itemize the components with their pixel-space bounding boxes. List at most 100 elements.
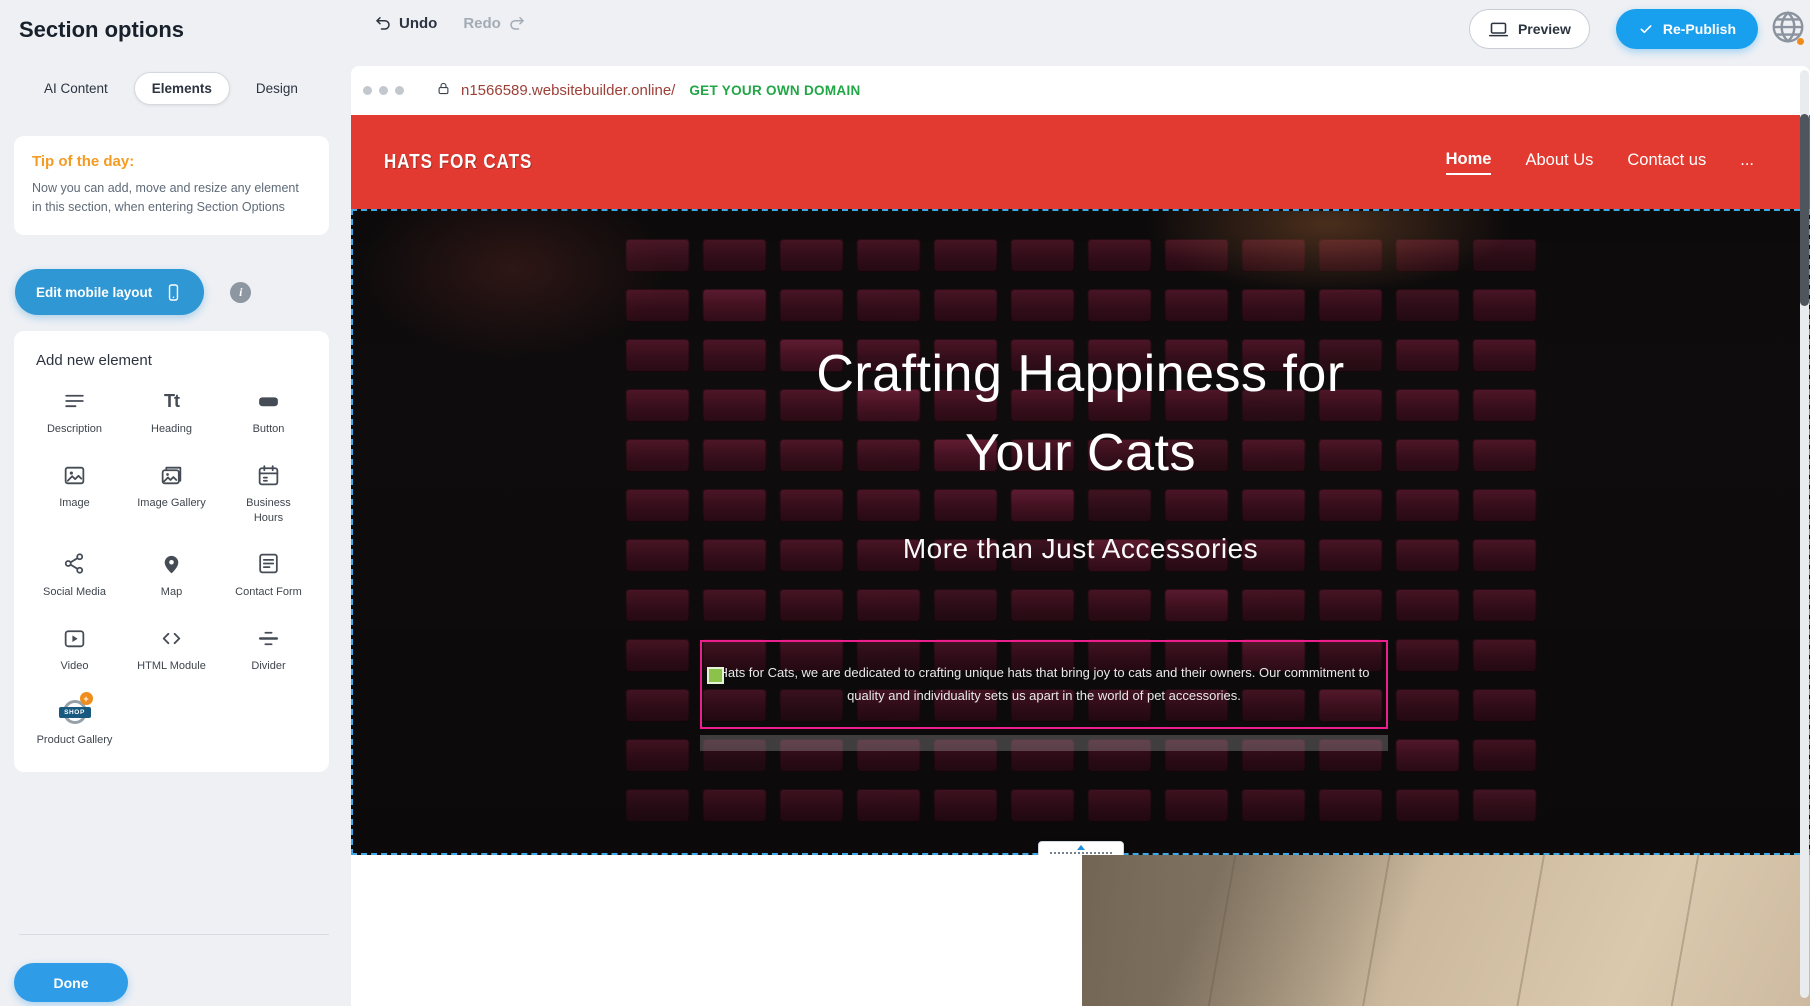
element-social-media[interactable]: Social Media: [28, 550, 121, 599]
tile: [1472, 739, 1536, 772]
republish-button[interactable]: Re-Publish: [1616, 9, 1758, 49]
tile: [1472, 589, 1536, 622]
hero-section[interactable]: Crafting Happiness for Your Cats More th…: [351, 209, 1810, 855]
tile: [856, 589, 920, 622]
social-media-icon: [62, 550, 87, 578]
contact-form-icon: [256, 550, 281, 578]
tab-design[interactable]: Design: [238, 72, 316, 105]
phone-icon: [164, 283, 183, 302]
tile: [1395, 239, 1459, 272]
preview-button[interactable]: Preview: [1469, 9, 1590, 49]
next-section-photo: [1082, 855, 1810, 1006]
hero-body-text: Hats for Cats, we are dedicated to craft…: [718, 662, 1370, 708]
tab-ai-content[interactable]: AI Content: [26, 72, 126, 105]
dotted-line: [1050, 852, 1112, 854]
element-business-hours[interactable]: Business Hours: [222, 461, 315, 525]
element-image-gallery[interactable]: Image Gallery: [125, 461, 218, 525]
element-description[interactable]: Description: [28, 387, 121, 436]
nav-home[interactable]: Home: [1446, 150, 1492, 175]
undo-redo-group: Undo Redo: [374, 14, 526, 32]
tile: [625, 589, 689, 622]
done-button[interactable]: Done: [14, 963, 128, 1002]
edit-mobile-label: Edit mobile layout: [36, 285, 152, 300]
site-header: HATS FOR CATS Home About Us Contact us .…: [351, 115, 1810, 209]
scrollbar[interactable]: [1800, 70, 1809, 998]
element-divider[interactable]: Divider: [222, 624, 315, 673]
tile: [1318, 789, 1382, 822]
site-nav: Home About Us Contact us ...: [1446, 150, 1754, 175]
sidebar-divider: [19, 934, 329, 935]
tile: [1318, 239, 1382, 272]
undo-button[interactable]: Undo: [374, 14, 437, 32]
element-product-gallery[interactable]: + SHOP Product Gallery: [28, 698, 121, 747]
tile: [856, 289, 920, 322]
language-globe-button[interactable]: [1766, 6, 1810, 50]
button-icon: [256, 387, 281, 415]
tile: [779, 789, 843, 822]
get-domain-link[interactable]: GET YOUR OWN DOMAIN: [689, 83, 860, 98]
tile: [625, 239, 689, 272]
topbar: Section options Undo Redo Preview Re-Pub…: [0, 0, 1810, 58]
element-grid: Description Tt Heading Button Image Imag…: [28, 387, 315, 748]
tab-elements[interactable]: Elements: [134, 72, 230, 105]
hero-title[interactable]: Crafting Happiness for Your Cats: [353, 335, 1808, 493]
add-element-title: Add new element: [36, 352, 315, 369]
element-map[interactable]: Map: [125, 550, 218, 599]
tile: [625, 739, 689, 772]
tip-of-the-day-card: Tip of the day: Now you can add, move an…: [14, 136, 329, 235]
tile: [1087, 589, 1151, 622]
tile: [1010, 239, 1074, 272]
topbar-actions: Preview Re-Publish: [1469, 9, 1758, 49]
hero-subtitle[interactable]: More than Just Accessories: [353, 533, 1808, 565]
tile: [625, 689, 689, 722]
site-url: n1566589.websitebuilder.online/: [461, 82, 675, 99]
tile: [1395, 689, 1459, 722]
mobile-layout-row: Edit mobile layout: [15, 269, 251, 315]
app: Section options Undo Redo Preview Re-Pub…: [0, 0, 1810, 1006]
nav-more[interactable]: ...: [1740, 151, 1754, 174]
business-hours-icon: [256, 461, 281, 489]
site-logo[interactable]: HATS FOR CATS: [384, 150, 532, 174]
element-html-module[interactable]: HTML Module: [125, 624, 218, 673]
tile: [625, 789, 689, 822]
sidebar-tabs: AI Content Elements Design: [26, 72, 316, 105]
tile: [1087, 789, 1151, 822]
tile: [1087, 239, 1151, 272]
tile: [1241, 239, 1305, 272]
hero-copy: Crafting Happiness for Your Cats More th…: [353, 335, 1808, 565]
tile: [1472, 789, 1536, 822]
shop-ribbon: SHOP: [59, 707, 91, 718]
tile: [933, 589, 997, 622]
tile: [1241, 589, 1305, 622]
product-gallery-icon: + SHOP: [59, 698, 91, 726]
tile: [1010, 589, 1074, 622]
element-image[interactable]: Image: [28, 461, 121, 525]
tile: [933, 239, 997, 272]
redo-button[interactable]: Redo: [463, 14, 526, 32]
tile: [1472, 289, 1536, 322]
nav-contact-us[interactable]: Contact us: [1627, 151, 1706, 174]
tile: [625, 639, 689, 672]
tile: [1472, 639, 1536, 672]
selected-text-element[interactable]: Hats for Cats, we are dedicated to craft…: [700, 640, 1388, 729]
nav-about-us[interactable]: About Us: [1525, 151, 1593, 174]
tile: [856, 789, 920, 822]
info-icon[interactable]: [230, 282, 251, 303]
preview-label: Preview: [1518, 21, 1571, 37]
image-icon: [62, 461, 87, 489]
tile: [779, 589, 843, 622]
element-video[interactable]: Video: [28, 624, 121, 673]
scrollbar-thumb[interactable]: [1800, 114, 1809, 306]
element-heading[interactable]: Tt Heading: [125, 387, 218, 436]
tile: [1395, 289, 1459, 322]
add-element-panel: Add new element Description Tt Heading B…: [14, 331, 329, 772]
tile: [856, 239, 920, 272]
element-contact-form[interactable]: Contact Form: [222, 550, 315, 599]
edit-mobile-layout-button[interactable]: Edit mobile layout: [15, 269, 204, 315]
redo-icon: [508, 14, 526, 32]
tile: [1164, 589, 1228, 622]
element-button[interactable]: Button: [222, 387, 315, 436]
arrow-up-icon: [1077, 845, 1085, 850]
element-drag-handle[interactable]: [707, 667, 724, 684]
tip-body: Now you can add, move and resize any ele…: [32, 179, 311, 218]
